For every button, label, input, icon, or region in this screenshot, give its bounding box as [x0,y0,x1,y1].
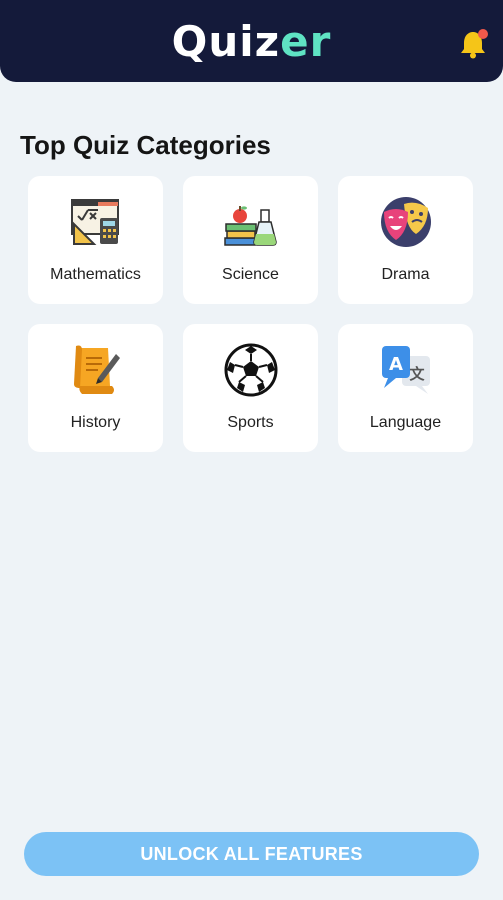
mathematics-icon [70,199,119,245]
category-card-drama[interactable]: Drama [338,176,473,304]
category-card-mathematics[interactable]: Mathematics [28,176,163,304]
app-header: Quizer [0,0,503,82]
svg-text:A: A [389,354,403,375]
science-icon [223,206,277,246]
section-title: Top Quiz Categories [20,130,271,160]
category-label: Sports [227,414,274,431]
language-translate-icon: A 文 [381,346,430,394]
category-label: Language [369,414,442,431]
bell-icon[interactable] [459,28,489,60]
category-card-science[interactable]: Science [183,176,318,304]
category-label: Mathematics [50,266,141,283]
category-label: Drama [381,266,430,283]
soccer-ball-icon [224,343,277,397]
category-grid: Mathematics Science Drama History Sports… [28,176,474,452]
logo-text-main: Quiz [171,17,281,66]
history-scroll-icon [73,345,120,394]
category-card-sports[interactable]: Sports [183,324,318,452]
logo-text-accent: er [280,17,332,66]
category-card-history[interactable]: History [28,324,163,452]
unlock-all-features-button[interactable]: UNLOCK ALL FEATURES [24,832,479,876]
category-label: Science [222,266,279,283]
category-label: History [70,414,121,431]
app-logo: Quizer [0,14,503,70]
svg-text:文: 文 [409,365,425,383]
category-card-language[interactable]: A 文 Language [338,324,473,452]
drama-masks-icon [380,197,431,247]
